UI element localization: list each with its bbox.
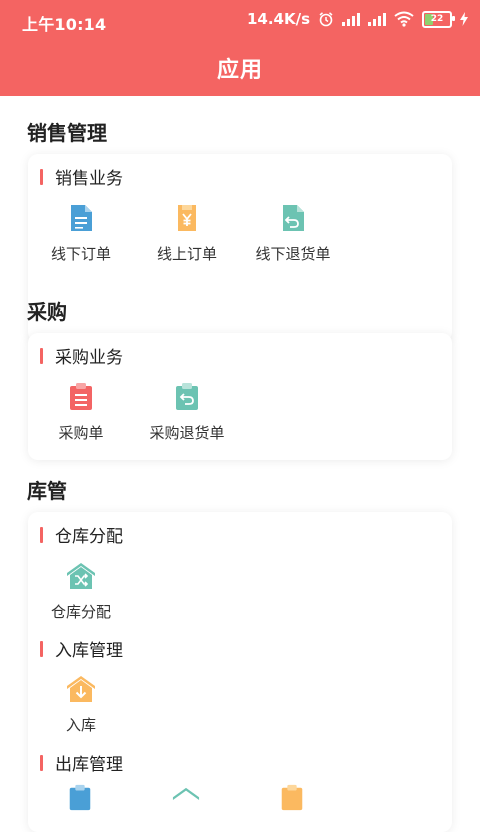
- card-sales: 销售业务 线下订单 线上订单 线下退货单: [28, 154, 452, 342]
- app-inbound[interactable]: 入库: [31, 674, 131, 735]
- signal-hd-icon: [368, 12, 386, 26]
- app-label: 线下退货单: [255, 245, 331, 263]
- battery-level: 22: [430, 14, 444, 24]
- charging-icon: [460, 12, 468, 26]
- app-label: 仓库分配: [50, 603, 111, 621]
- group-accent-bar: [40, 640, 43, 657]
- group-accent-bar: [40, 168, 43, 185]
- wifi-icon: [394, 11, 414, 27]
- app-purchase-order[interactable]: 采购单: [31, 382, 131, 443]
- group-label: 仓库分配: [55, 527, 123, 547]
- clipboard-icon: [70, 383, 92, 410]
- warehouse-shuffle-icon: [67, 563, 95, 589]
- warehouse-out-icon[interactable]: [172, 786, 200, 814]
- card-warehouse: 仓库分配 仓库分配 入库管理 入库 出库管理: [28, 512, 452, 832]
- group-title-warehouse-allocation: 仓库分配: [40, 522, 123, 547]
- document-icon: [71, 205, 92, 231]
- app-offline-return[interactable]: 线下退货单: [243, 203, 343, 264]
- app-label: 线下订单: [50, 245, 111, 263]
- card-purchase: 采购业务 采购单 采购退货单: [28, 333, 452, 460]
- group-label: 出库管理: [55, 755, 123, 775]
- status-icons: 14.4K/s 22: [247, 10, 468, 28]
- group-label: 采购业务: [55, 348, 123, 368]
- group-title-purchase-business: 采购业务: [40, 343, 123, 368]
- alarm-icon: [319, 12, 333, 27]
- group-accent-bar: [40, 526, 43, 543]
- app-label: 采购退货单: [149, 424, 225, 442]
- clipboard-icon[interactable]: [278, 784, 306, 812]
- signal-icon: [342, 12, 360, 26]
- app-label: 线上订单: [156, 245, 217, 263]
- network-speed: 14.4K/s: [246, 10, 310, 28]
- group-title-inbound: 入库管理: [40, 636, 123, 661]
- app-online-order[interactable]: 线上订单: [137, 203, 237, 264]
- group-accent-bar: [40, 754, 43, 771]
- warehouse-in-icon: [67, 676, 95, 702]
- status-time: 上午10:14: [22, 15, 107, 34]
- page-title: 应用: [216, 58, 263, 83]
- app-purchase-return[interactable]: 采购退货单: [137, 382, 237, 443]
- battery-icon: 22: [422, 10, 455, 28]
- group-title-sales-business: 销售业务: [40, 164, 123, 189]
- app-header-background: 上午10:14 14.4K/s 22 应用: [0, 0, 480, 96]
- status-bar: 上午10:14 14.4K/s 22: [0, 0, 480, 40]
- return-document-icon: [283, 205, 304, 231]
- app-offline-order[interactable]: 线下订单: [31, 203, 131, 264]
- clipboard-return-icon: [176, 383, 198, 410]
- group-label: 入库管理: [55, 641, 123, 661]
- clipboard-icon[interactable]: [66, 784, 94, 812]
- app-list: 销售管理 销售业务 线下订单 线上订单 线下退货单 采购 采购业务 采购单 采购…: [0, 96, 480, 832]
- section-title-purchase: 采购: [27, 300, 67, 324]
- group-label: 销售业务: [55, 169, 123, 189]
- yuan-bag-icon: [178, 205, 196, 231]
- section-title-sales: 销售管理: [27, 121, 107, 145]
- app-label: 采购单: [58, 424, 104, 442]
- app-warehouse-allocation[interactable]: 仓库分配: [31, 561, 131, 622]
- group-accent-bar: [40, 347, 43, 364]
- app-label: 入库: [65, 716, 96, 734]
- group-title-outbound: 出库管理: [40, 750, 123, 775]
- section-title-warehouse: 库管: [27, 479, 67, 503]
